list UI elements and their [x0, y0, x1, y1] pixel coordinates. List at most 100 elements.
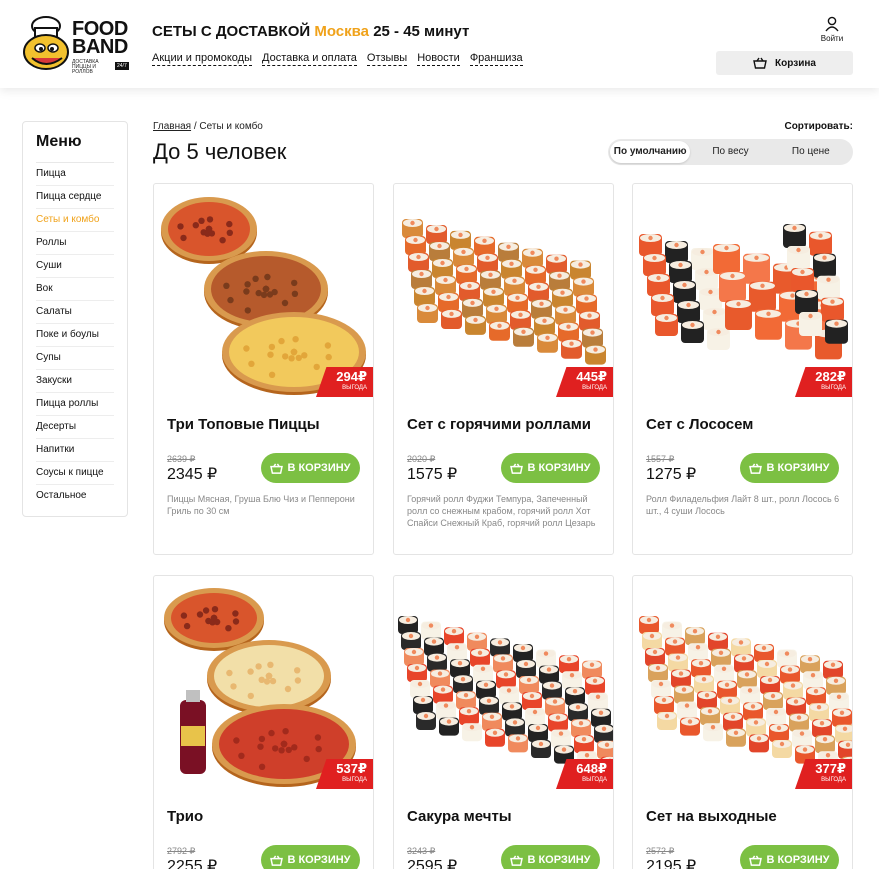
add-to-cart-label: В КОРЗИНУ [766, 854, 830, 866]
savings-label: ВЫГОДА [821, 385, 846, 391]
product-price: 2345 ₽ [167, 466, 218, 483]
sidebar-item[interactable]: Салаты [36, 301, 114, 324]
sort-by-price[interactable]: По цене [771, 141, 851, 163]
sidebar-item[interactable]: Пицца роллы [36, 393, 114, 416]
product-name[interactable]: Сет с Лососем [646, 416, 753, 433]
add-to-cart-label: В КОРЗИНУ [527, 854, 591, 866]
sidebar-item[interactable]: Закуски [36, 370, 114, 393]
product-card[interactable]: 537₽ ВЫГОДА Трио 2792 ₽ 2255 ₽ В КОРЗИНУ [153, 575, 374, 869]
product-image[interactable] [154, 576, 373, 790]
basket-icon [270, 463, 284, 474]
product-image[interactable] [633, 576, 852, 790]
add-to-cart-label: В КОРЗИНУ [287, 854, 351, 866]
product-card[interactable]: 377₽ ВЫГОДА Сет на выходные 2572 ₽ 2195 … [632, 575, 853, 869]
cart-button[interactable]: Корзина [716, 51, 853, 75]
logo[interactable]: FOOD BAND ДОСТАВКА ПИЦЦЫ И РОЛЛОВ 24/7 [22, 16, 130, 75]
savings-label: ВЫГОДА [342, 385, 367, 391]
product-card[interactable]: 282₽ ВЫГОДА Сет с Лососем 1557 ₽ 1275 ₽ … [632, 183, 853, 555]
login-label: Войти [820, 34, 844, 43]
sidebar-item[interactable]: Сеты и комбо [36, 209, 114, 232]
sort-by-weight[interactable]: По весу [690, 141, 770, 163]
login-button[interactable]: Войти [818, 16, 846, 43]
savings-label: ВЫГОДА [582, 385, 607, 391]
product-description: Пиццы Мясная, Груша Блю Чиз и Пепперони … [167, 494, 355, 516]
product-price: 1575 ₽ [407, 466, 458, 483]
logo-badge: 24/7 [115, 62, 129, 70]
product-image[interactable] [633, 184, 852, 398]
add-to-cart-label: В КОРЗИНУ [766, 462, 830, 474]
add-to-cart-button[interactable]: В КОРЗИНУ [501, 845, 600, 869]
sidebar-item[interactable]: Пицца [36, 163, 114, 186]
category-menu: Меню Пицца Пицца сердце Сеты и комбо Роллы С… [22, 121, 128, 517]
basket-icon [510, 463, 524, 474]
breadcrumb-home[interactable]: Главная [153, 121, 191, 132]
user-icon [825, 16, 839, 32]
sidebar-item[interactable]: Соусы к пицце [36, 462, 114, 485]
product-name[interactable]: Сакура мечты [407, 808, 512, 825]
product-image[interactable] [394, 184, 613, 398]
basket-icon [270, 855, 284, 866]
product-price: 2255 ₽ [167, 858, 218, 869]
sidebar-item[interactable]: Роллы [36, 232, 114, 255]
add-to-cart-label: В КОРЗИНУ [527, 462, 591, 474]
header-title-prefix: СЕТЫ С ДОСТАВКОЙ [152, 23, 311, 40]
chef-mascot-icon [23, 16, 69, 70]
header-nav: Акции и промокоды Доставка и оплата Отзы… [152, 52, 523, 66]
sidebar-item[interactable]: Суши [36, 255, 114, 278]
add-to-cart-button[interactable]: В КОРЗИНУ [261, 453, 360, 483]
nav-delivery[interactable]: Доставка и оплата [262, 52, 357, 66]
product-card[interactable]: 445₽ ВЫГОДА Сет с горячими роллами 2020 … [393, 183, 614, 555]
sort-default[interactable]: По умолчанию [610, 141, 691, 163]
sort-switch: По умолчанию По весу По цене [608, 139, 853, 165]
add-to-cart-button[interactable]: В КОРЗИНУ [740, 453, 839, 483]
product-price: 2195 ₽ [646, 858, 697, 869]
product-price: 2595 ₽ [407, 858, 458, 869]
sidebar-item[interactable]: Десерты [36, 416, 114, 439]
add-to-cart-button[interactable]: В КОРЗИНУ [261, 845, 360, 869]
menu-title: Меню [36, 133, 114, 163]
nav-promotions[interactable]: Акции и промокоды [152, 52, 253, 66]
logo-line-2: BAND [72, 36, 128, 58]
header-title: СЕТЫ С ДОСТАВКОЙ Москва 25 - 45 минут [152, 23, 469, 40]
sidebar-item[interactable]: Супы [36, 347, 114, 370]
add-to-cart-button[interactable]: В КОРЗИНУ [740, 845, 839, 869]
savings-label: ВЫГОДА [821, 777, 846, 783]
product-name[interactable]: Трио [167, 808, 203, 825]
sidebar-item[interactable]: Пицца сердце [36, 186, 114, 209]
sidebar-item[interactable]: Напитки [36, 439, 114, 462]
delivery-time: 25 - 45 минут [373, 23, 470, 40]
sort-label: Сортировать: [784, 121, 853, 132]
add-to-cart-button[interactable]: В КОРЗИНУ [501, 453, 600, 483]
product-price: 1275 ₽ [646, 466, 697, 483]
product-image[interactable] [154, 184, 373, 398]
nav-news[interactable]: Новости [417, 52, 460, 66]
product-card[interactable]: 648₽ ВЫГОДА Сакура мечты 3243 ₽ 2595 ₽ В… [393, 575, 614, 869]
basket-icon [510, 855, 524, 866]
basket-icon [749, 463, 763, 474]
category-list: Пицца Пицца сердце Сеты и комбо Роллы Суши Во… [36, 163, 114, 508]
product-name[interactable]: Сет с горячими роллами [407, 416, 591, 433]
logo-subtitle: ДОСТАВКА ПИЦЦЫ И РОЛЛОВ [72, 59, 99, 75]
product-description: Ролл Филадельфия Лайт 8 шт., ролл Лосось… [646, 494, 840, 516]
sidebar-item[interactable]: Остальное [36, 485, 114, 508]
sidebar-item[interactable]: Поке и боулы [36, 324, 114, 347]
nav-franchise[interactable]: Франшиза [469, 52, 523, 66]
cart-label: Корзина [775, 57, 816, 69]
breadcrumb-current: Сеты и комбо [199, 121, 263, 132]
page-title: До 5 человек [153, 139, 287, 164]
add-to-cart-label: В КОРЗИНУ [287, 462, 351, 474]
breadcrumb: Главная / Сеты и комбо [153, 121, 263, 132]
sidebar-item[interactable]: Вок [36, 278, 114, 301]
product-name[interactable]: Сет на выходные [646, 808, 777, 825]
product-image[interactable] [394, 576, 613, 790]
nav-reviews[interactable]: Отзывы [366, 52, 408, 66]
savings-label: ВЫГОДА [582, 777, 607, 783]
basket-icon [753, 57, 767, 69]
product-name[interactable]: Три Топовые Пиццы [167, 416, 320, 433]
product-description: Горячий ролл Фуджи Темпура, Запеченный р… [407, 494, 596, 528]
city-selector[interactable]: Москва [314, 23, 369, 40]
savings-label: ВЫГОДА [342, 777, 367, 783]
site-header: FOOD BAND ДОСТАВКА ПИЦЦЫ И РОЛЛОВ 24/7 С… [0, 0, 879, 88]
basket-icon [749, 855, 763, 866]
product-card[interactable]: 294₽ ВЫГОДА Три Топовые Пиццы 2639 ₽ 234… [153, 183, 374, 555]
